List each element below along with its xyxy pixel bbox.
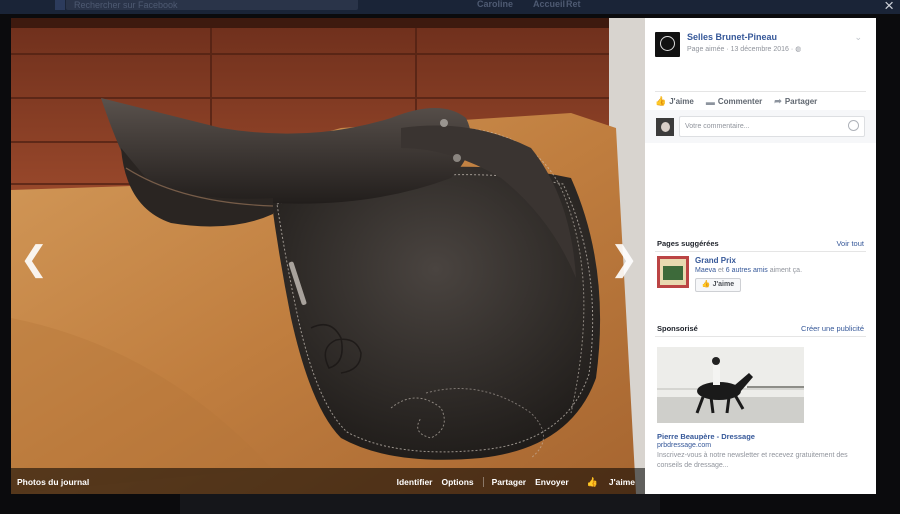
sponsored-title: Sponsorisé <box>657 324 698 333</box>
tag-photo-button[interactable]: Identifier <box>397 477 433 488</box>
reaction-bar: 👍 J'aime ▬ Commenter ➦ Partager <box>655 96 829 107</box>
ad-title-link[interactable]: Pierre Beaupère - Dressage <box>657 432 755 441</box>
suggested-page-friends: Maeva et 6 autres amis aiment ça. <box>695 267 802 274</box>
like-label: J'aime <box>669 97 694 106</box>
suggested-page-item: Grand Prix Maeva et 6 autres amis aiment… <box>657 256 867 296</box>
friends-liked: aiment ça. <box>767 267 803 274</box>
options-button[interactable]: Options <box>442 477 474 488</box>
emoji-icon[interactable] <box>848 120 859 131</box>
background-page-strip <box>180 494 660 514</box>
suggested-pages-title: Pages suggérées <box>657 239 719 248</box>
thumbs-up-icon: 👍 <box>701 281 713 288</box>
dressage-horse-image <box>657 347 804 423</box>
ad-domain-link[interactable]: prbdressage.com <box>657 442 711 449</box>
photo-actions: Identifier Options Partager Envoyer 👍 J'a… <box>388 477 635 488</box>
comment-placeholder: Votre commentaire... <box>685 123 750 130</box>
globe-icon: ◍ <box>795 46 802 53</box>
share-photo-button[interactable]: Partager <box>492 477 527 488</box>
thumbs-up-icon: 👍 <box>655 96 667 106</box>
user-avatar <box>656 118 674 136</box>
page-header: Selles Brunet-Pineau Page aimée · 13 déc… <box>655 32 866 62</box>
comment-label: Commenter <box>717 97 763 106</box>
see-all-link[interactable]: Voir tout <box>836 239 864 248</box>
close-viewer-button[interactable]: × <box>884 0 894 14</box>
like-page-label: J'aime <box>712 281 735 288</box>
thumbnail-art <box>663 266 683 280</box>
background-nav-profile: Caroline <box>477 0 514 9</box>
background-search-input: Rechercher sur Facebook <box>66 0 358 10</box>
actions-divider <box>482 477 484 487</box>
facebook-logo-icon <box>55 0 65 10</box>
like-photo-label: J'aime <box>608 477 635 487</box>
suggested-page-thumbnail[interactable] <box>657 256 689 288</box>
friends-and: et <box>716 267 726 274</box>
chevron-down-icon[interactable]: ⌄ <box>854 32 862 43</box>
thumbs-up-icon: 👍 <box>586 477 598 487</box>
comment-composer: Votre commentaire... <box>645 110 876 143</box>
photo-stage: ❮ ❯ Photos du journal Identifier Options… <box>11 18 645 494</box>
share-arrow-icon: ➦ <box>774 96 782 106</box>
next-photo-arrow-icon[interactable]: ❯ <box>609 242 639 276</box>
page-avatar[interactable] <box>655 32 680 57</box>
ad-description: Inscrivez-vous à notre newsletter et rec… <box>657 452 848 469</box>
like-button[interactable]: 👍 J'aime <box>655 96 694 107</box>
page-meta-text: Page aimée · 13 décembre 2016 · <box>687 46 796 53</box>
comment-icon: ▬ <box>705 96 715 107</box>
send-photo-button[interactable]: Envoyer <box>535 477 569 488</box>
previous-photo-arrow-icon[interactable]: ❮ <box>19 242 49 276</box>
page-logo-ring-icon <box>660 36 675 51</box>
background-nav-home: Accueil <box>533 0 566 9</box>
page-name-link[interactable]: Selles Brunet-Pineau <box>687 32 777 42</box>
comment-input[interactable]: Votre commentaire... <box>679 116 865 137</box>
album-title-link[interactable]: Photos du journal <box>17 477 89 487</box>
share-label: Partager <box>784 97 818 106</box>
divider <box>655 251 866 252</box>
avatar-face <box>661 122 670 132</box>
page-meta: Page aimée · 13 décembre 2016 · ◍ <box>687 45 801 53</box>
create-ad-link[interactable]: Créer une publicité <box>801 324 864 333</box>
suggested-page-name[interactable]: Grand Prix <box>695 256 736 265</box>
photo-info-panel: Selles Brunet-Pineau Page aimée · 13 déc… <box>645 18 876 494</box>
friend-link[interactable]: Maeva <box>695 267 716 274</box>
other-friends-link[interactable]: 6 autres amis <box>726 267 768 274</box>
photo-action-bar: Photos du journal Identifier Options Par… <box>11 468 645 494</box>
comment-button[interactable]: ▬ Commenter <box>706 96 762 107</box>
like-photo-button[interactable]: 👍 J'aime <box>578 477 635 488</box>
share-button[interactable]: ➦ Partager <box>774 96 817 107</box>
ad-image[interactable] <box>657 347 804 423</box>
background-nav-more: Ret <box>566 0 581 9</box>
divider <box>655 336 866 337</box>
saddle-photo <box>11 18 645 494</box>
divider <box>655 91 866 92</box>
like-page-button[interactable]: 👍 J'aime <box>695 278 741 292</box>
